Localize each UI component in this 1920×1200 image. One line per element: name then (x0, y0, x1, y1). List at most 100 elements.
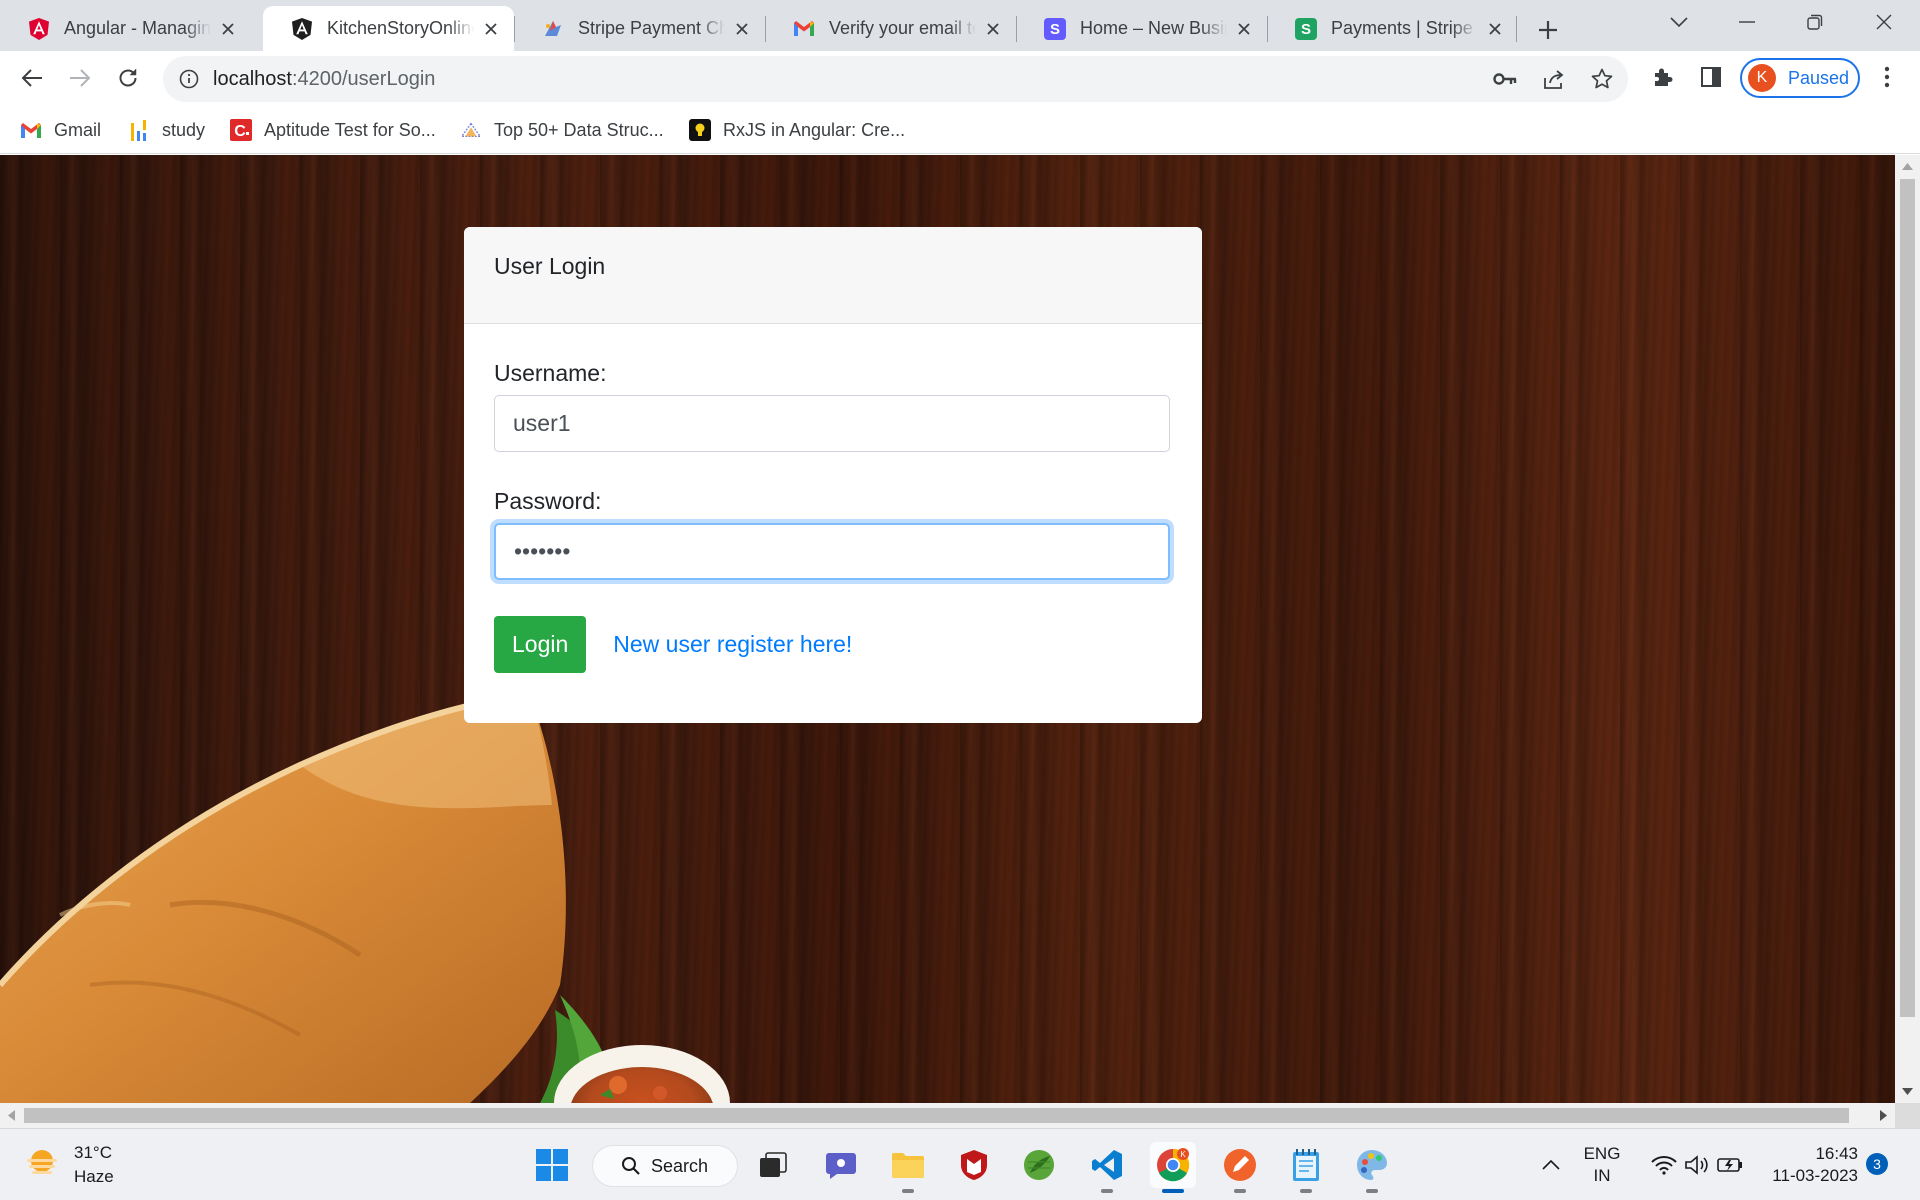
running-indicator (1101, 1189, 1113, 1193)
arrow-left-icon (21, 69, 42, 87)
notepad-button[interactable] (1283, 1142, 1329, 1193)
notepad-icon (1293, 1149, 1319, 1181)
close-icon[interactable] (982, 18, 1004, 40)
pen-icon (1224, 1149, 1256, 1181)
tab-payments-stripe[interactable]: S Payments | Stripe D (1267, 6, 1518, 51)
weather-widget[interactable]: 31°C Haze (24, 1141, 114, 1189)
gmail-icon (20, 119, 42, 141)
tab-title: Stripe Payment Che (578, 18, 725, 38)
more-menu-icon[interactable] (1872, 62, 1902, 92)
tab-home-new-business[interactable]: S Home – New Busin (1016, 6, 1267, 51)
clock[interactable]: 16:43 11-03-2023 (1762, 1143, 1858, 1187)
forward-button[interactable] (62, 60, 98, 96)
mcafee-shield-icon (961, 1150, 987, 1180)
close-icon[interactable] (731, 18, 753, 40)
file-explorer-button[interactable] (885, 1142, 931, 1193)
task-view-button[interactable] (750, 1142, 796, 1188)
login-button[interactable]: Login (494, 616, 587, 673)
close-icon[interactable] (1233, 18, 1255, 40)
language-indicator[interactable]: ENG IN (1580, 1143, 1624, 1187)
bookmark-rxjs[interactable]: RxJS in Angular: Cre... (689, 116, 905, 144)
chevron-down-icon (1670, 17, 1688, 27)
close-icon[interactable] (217, 18, 239, 40)
task-view-icon (760, 1152, 787, 1177)
bookmark-label: study (162, 119, 206, 140)
gmail-icon (793, 18, 815, 40)
teams-chat-button[interactable] (818, 1142, 864, 1188)
restore-button[interactable] (1781, 0, 1849, 44)
new-tab-button[interactable] (1530, 12, 1566, 48)
tab-title: Payments | Stripe D (1331, 18, 1478, 38)
scrollbar-thumb[interactable] (24, 1108, 1849, 1123)
quick-settings-button[interactable] (1637, 1142, 1757, 1188)
bookmarks-bar: Gmail study C Aptitude Test for So... To… (0, 106, 1920, 154)
bookmark-study[interactable]: study (128, 116, 205, 144)
login-card: User Login Username: Password: Login New… (464, 227, 1202, 723)
chrome-icon: K (1157, 1148, 1190, 1182)
region-code: IN (1593, 1166, 1611, 1185)
tab-verify-email[interactable]: Verify your email to (765, 6, 1016, 51)
bookmark-gmail[interactable]: Gmail (20, 116, 101, 144)
running-indicator (1234, 1189, 1246, 1193)
reload-button[interactable] (110, 60, 146, 96)
url-text[interactable]: localhost:4200/userLogin (213, 67, 435, 91)
username-input[interactable] (494, 395, 1170, 452)
pen-app-button[interactable] (1217, 1142, 1263, 1193)
tab-stripe-payment[interactable]: Stripe Payment Che (514, 6, 765, 51)
stripe-checkout-icon (542, 18, 564, 40)
extensions-icon[interactable] (1648, 62, 1678, 92)
tab-title: Verify your email to (829, 18, 976, 38)
address-bar[interactable]: localhost:4200/userLogin (163, 56, 1628, 102)
paint-button[interactable] (1349, 1142, 1395, 1193)
notification-badge[interactable]: 3 (1866, 1153, 1888, 1175)
tab-angular-managing[interactable]: Angular - Managing (0, 6, 251, 51)
scrollbar-thumb[interactable] (1900, 179, 1915, 1017)
running-indicator (1300, 1189, 1312, 1193)
scroll-right-icon[interactable] (1877, 1109, 1890, 1122)
back-button[interactable] (14, 60, 50, 96)
vscode-button[interactable] (1084, 1142, 1130, 1193)
arrow-right-icon (70, 69, 91, 87)
register-link[interactable]: New user register here! (613, 631, 852, 658)
bookmark-aptitude[interactable]: C Aptitude Test for So... (230, 116, 436, 144)
scroll-up-icon[interactable] (1901, 160, 1914, 173)
mcafee-button[interactable] (951, 1142, 997, 1188)
bookmark-data-structures[interactable]: Top 50+ Data Struc... (460, 116, 664, 144)
show-hidden-icons-button[interactable] (1528, 1142, 1574, 1188)
plus-icon (1539, 21, 1557, 39)
close-icon[interactable] (480, 18, 502, 40)
start-button[interactable] (529, 1142, 575, 1188)
close-icon[interactable] (1484, 18, 1506, 40)
tab-separator (1016, 16, 1017, 42)
taskbar-search[interactable]: Search (592, 1145, 738, 1187)
scroll-down-icon[interactable] (1901, 1085, 1914, 1098)
teams-chat-icon (826, 1153, 856, 1179)
info-icon[interactable] (177, 67, 201, 91)
key-icon[interactable] (1492, 66, 1518, 92)
login-card-header: User Login (464, 227, 1202, 324)
share-icon[interactable] (1541, 66, 1567, 92)
search-icon (621, 1156, 641, 1176)
side-panel-icon[interactable] (1696, 62, 1726, 92)
bookmark-label: RxJS in Angular: Cre... (723, 119, 906, 140)
scroll-left-icon[interactable] (5, 1109, 18, 1122)
vscode-icon (1092, 1150, 1122, 1180)
bookmark-label: Gmail (54, 119, 102, 140)
palette-icon (1357, 1150, 1387, 1180)
profile-button[interactable]: K Paused (1740, 58, 1860, 98)
password-input[interactable] (494, 523, 1170, 580)
close-window-button[interactable] (1850, 0, 1918, 44)
chrome-button[interactable]: K (1150, 1142, 1196, 1193)
tab-search-button[interactable] (1645, 0, 1713, 44)
vertical-scrollbar[interactable] (1895, 155, 1920, 1103)
windows-taskbar: 31°C Haze Search K ENG IN 16:43 11-03-20… (0, 1128, 1920, 1200)
stripe-green-s-icon: S (1295, 17, 1317, 40)
minimize-button[interactable] (1713, 0, 1781, 44)
page-content: User Login Username: Password: Login New… (0, 155, 1895, 1103)
spring-leaf-icon (1024, 1150, 1054, 1180)
pyramid-icon (460, 119, 482, 141)
horizontal-scrollbar[interactable] (0, 1103, 1895, 1128)
spring-tool-button[interactable] (1016, 1142, 1062, 1188)
tab-kitchenstory[interactable]: KitchenStoryOnline (263, 6, 514, 51)
star-icon[interactable] (1589, 66, 1615, 92)
